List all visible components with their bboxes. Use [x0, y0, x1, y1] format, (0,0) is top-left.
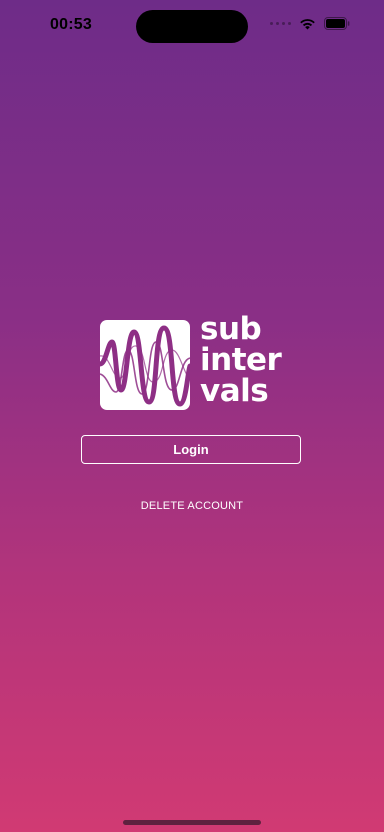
battery-icon [324, 17, 350, 30]
brand-line-2: inter [200, 342, 282, 378]
brand-wordmark: sub inter vals [200, 311, 282, 409]
signal-dots-icon [270, 22, 291, 25]
login-button[interactable]: Login [81, 435, 301, 464]
brand-line-3: vals [200, 373, 269, 409]
home-indicator[interactable] [123, 820, 261, 825]
status-bar: 00:53 [0, 0, 384, 52]
wifi-icon [299, 18, 316, 30]
status-time: 00:53 [50, 16, 92, 33]
delete-account-link[interactable]: DELETE ACCOUNT [0, 500, 384, 512]
app-logo: sub inter vals [100, 314, 290, 412]
waveform-icon [100, 320, 190, 410]
status-icons [270, 17, 350, 30]
brand-line-1: sub [200, 311, 262, 347]
dynamic-island [136, 10, 248, 43]
